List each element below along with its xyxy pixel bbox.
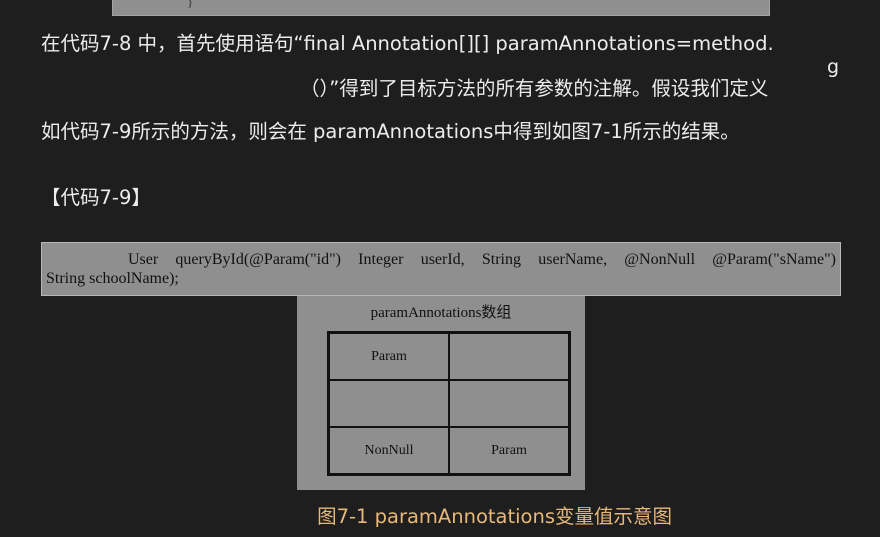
table-cell: Param	[329, 333, 449, 380]
figure-title: paramAnnotations数组	[370, 305, 512, 321]
paragraph-stray-char: g	[827, 56, 840, 78]
table-cell: NonNull	[329, 427, 449, 474]
figure-caption: 图7-1 paramAnnotations变量值示意图	[317, 505, 672, 528]
table-cell	[329, 380, 449, 427]
paragraph-line-1: 在代码7-8 中，首先使用语句“final Annotation[][] par…	[41, 32, 774, 55]
table-cell	[449, 380, 569, 427]
paragraph-line-2: （）”得到了目标方法的所有参数的注解。假设我们定义	[300, 77, 769, 100]
figure-caption-wrap: 图7-1 paramAnnotations变量值示意图	[0, 504, 672, 530]
annotation-table: Param NonNull Param	[327, 331, 571, 476]
code-heading: 【代码7-9】	[41, 186, 151, 209]
figure-diagram: paramAnnotations数组 Param NonNull Param	[297, 296, 585, 490]
table-cell	[449, 333, 569, 380]
code-block: User queryById(@Param("id") Integer user…	[41, 242, 841, 296]
closing-brace: }	[187, 0, 194, 9]
paragraph-line-3: 如代码7-9所示的方法，则会在 paramAnnotations中得到如图7-1…	[41, 120, 740, 143]
previous-code-block: }	[112, 0, 770, 16]
table-cell: Param	[449, 427, 569, 474]
